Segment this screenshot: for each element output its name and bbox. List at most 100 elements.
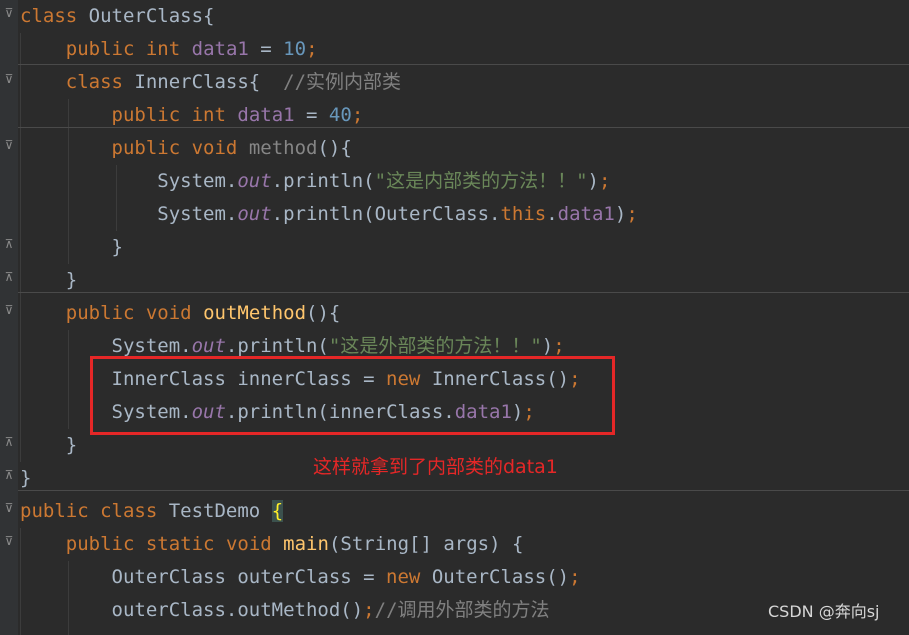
- code-token: ;: [598, 170, 611, 192]
- fold-expand-icon[interactable]: ⊼: [3, 237, 15, 251]
- code-token: ): [614, 203, 627, 225]
- code-token: "这是外部类的方法！！": [328, 335, 542, 357]
- code-token: ;: [306, 38, 318, 60]
- code-line[interactable]: public static void main(String[] args) {: [20, 528, 524, 561]
- fold-collapse-icon[interactable]: ⊽: [3, 138, 15, 152]
- code-token: new: [386, 566, 421, 588]
- fold-collapse-icon[interactable]: ⊽: [3, 501, 15, 515]
- editor-gutter: ⊽ ⊽ ⊽ ⊼ ⊼ ⊽ ⊼ ⊼ ⊽ ⊽: [0, 0, 18, 635]
- code-line[interactable]: public void method(){: [20, 132, 352, 165]
- code-token: }: [20, 236, 123, 258]
- code-token: out: [237, 203, 272, 225]
- code-token: ;: [363, 599, 375, 621]
- watermark: CSDN @奔向sj: [768, 602, 880, 621]
- code-token: void: [145, 302, 192, 324]
- code-token: class: [65, 71, 123, 93]
- code-token: ;: [351, 104, 364, 126]
- code-token: 10: [283, 38, 307, 60]
- code-token: data1: [557, 203, 615, 225]
- annotation-text: 这样就拿到了内部类的data1: [313, 456, 558, 478]
- code-token: int: [191, 104, 226, 126]
- fold-expand-icon[interactable]: ⊼: [3, 468, 15, 482]
- code-token: public: [65, 533, 135, 555]
- code-token: System.: [20, 170, 238, 192]
- code-line[interactable]: public class TestDemo {: [20, 495, 284, 528]
- code-line[interactable]: outerClass.outMethod();//调用外部类的方法: [20, 594, 550, 627]
- code-token: {: [271, 500, 284, 522]
- code-token: class: [20, 5, 78, 27]
- code-token: InnerClass{: [122, 71, 284, 93]
- code-token: public: [20, 500, 89, 522]
- fold-expand-icon[interactable]: ⊼: [3, 435, 15, 449]
- code-token: out: [237, 170, 272, 192]
- code-token: .println(: [225, 335, 329, 357]
- code-token: TestDemo: [157, 500, 272, 522]
- code-token: public: [111, 104, 181, 126]
- code-token: .println(: [271, 170, 375, 192]
- code-editor[interactable]: ⊽ ⊽ ⊽ ⊼ ⊼ ⊽ ⊼ ⊼ ⊽ ⊽ class OuterClass{ pu…: [0, 0, 909, 635]
- method-separator: [18, 292, 909, 293]
- fold-collapse-icon[interactable]: ⊽: [3, 6, 15, 20]
- code-token: ;: [626, 203, 638, 225]
- code-line[interactable]: }: [20, 264, 77, 297]
- fold-collapse-icon[interactable]: ⊽: [3, 534, 15, 548]
- code-token: static: [145, 533, 215, 555]
- fold-collapse-icon[interactable]: ⊽: [3, 72, 15, 86]
- code-line[interactable]: }: [20, 462, 31, 495]
- code-token: System.: [20, 335, 192, 357]
- code-token: }: [20, 434, 78, 456]
- code-line[interactable]: }: [20, 231, 123, 264]
- code-token: method: [248, 137, 318, 159]
- code-token: this: [500, 203, 547, 225]
- code-token: "这是内部类的方法！！": [374, 170, 588, 192]
- code-token: outerClass.outMethod(): [20, 599, 364, 621]
- code-token: outMethod: [203, 302, 307, 324]
- code-token: .println(OuterClass.: [271, 203, 501, 225]
- code-token: void: [225, 533, 272, 555]
- code-token: ;: [553, 335, 565, 357]
- code-token: OuterClass(): [420, 566, 570, 588]
- method-separator: [18, 490, 909, 491]
- code-token: (){: [317, 137, 352, 159]
- code-line[interactable]: OuterClass outerClass = new OuterClass()…: [20, 561, 581, 594]
- code-token: System.: [20, 203, 238, 225]
- code-line[interactable]: class OuterClass{: [20, 0, 214, 33]
- code-token: data1: [237, 104, 295, 126]
- code-line[interactable]: }: [20, 429, 77, 462]
- code-token: //调用外部类的方法: [374, 599, 550, 621]
- code-token: (String[] args) {: [328, 533, 524, 555]
- code-token: OuterClass outerClass =: [20, 566, 387, 588]
- code-token: public: [65, 302, 135, 324]
- code-line[interactable]: System.out.println("这是内部类的方法！！");: [20, 165, 610, 198]
- code-token: OuterClass{: [77, 5, 215, 27]
- code-token: ): [587, 170, 599, 192]
- code-line[interactable]: class InnerClass{ //实例内部类: [20, 66, 401, 99]
- code-token: class: [100, 500, 158, 522]
- code-token: .: [546, 203, 558, 225]
- code-token: public: [65, 38, 135, 60]
- code-line[interactable]: public void outMethod(){: [20, 297, 341, 330]
- code-token: (){: [306, 302, 341, 324]
- code-token: =: [248, 38, 284, 60]
- fold-collapse-icon[interactable]: ⊽: [3, 303, 15, 317]
- code-token: int: [145, 38, 181, 60]
- code-token: data1: [191, 38, 249, 60]
- code-token: =: [294, 104, 329, 126]
- code-token: //实例内部类: [283, 71, 402, 93]
- code-line[interactable]: public int data1 = 40;: [20, 99, 364, 132]
- code-line[interactable]: System.out.println(OuterClass.this.data1…: [20, 198, 638, 231]
- code-line[interactable]: public int data1 = 10;: [20, 33, 318, 66]
- fold-expand-icon[interactable]: ⊼: [3, 270, 15, 284]
